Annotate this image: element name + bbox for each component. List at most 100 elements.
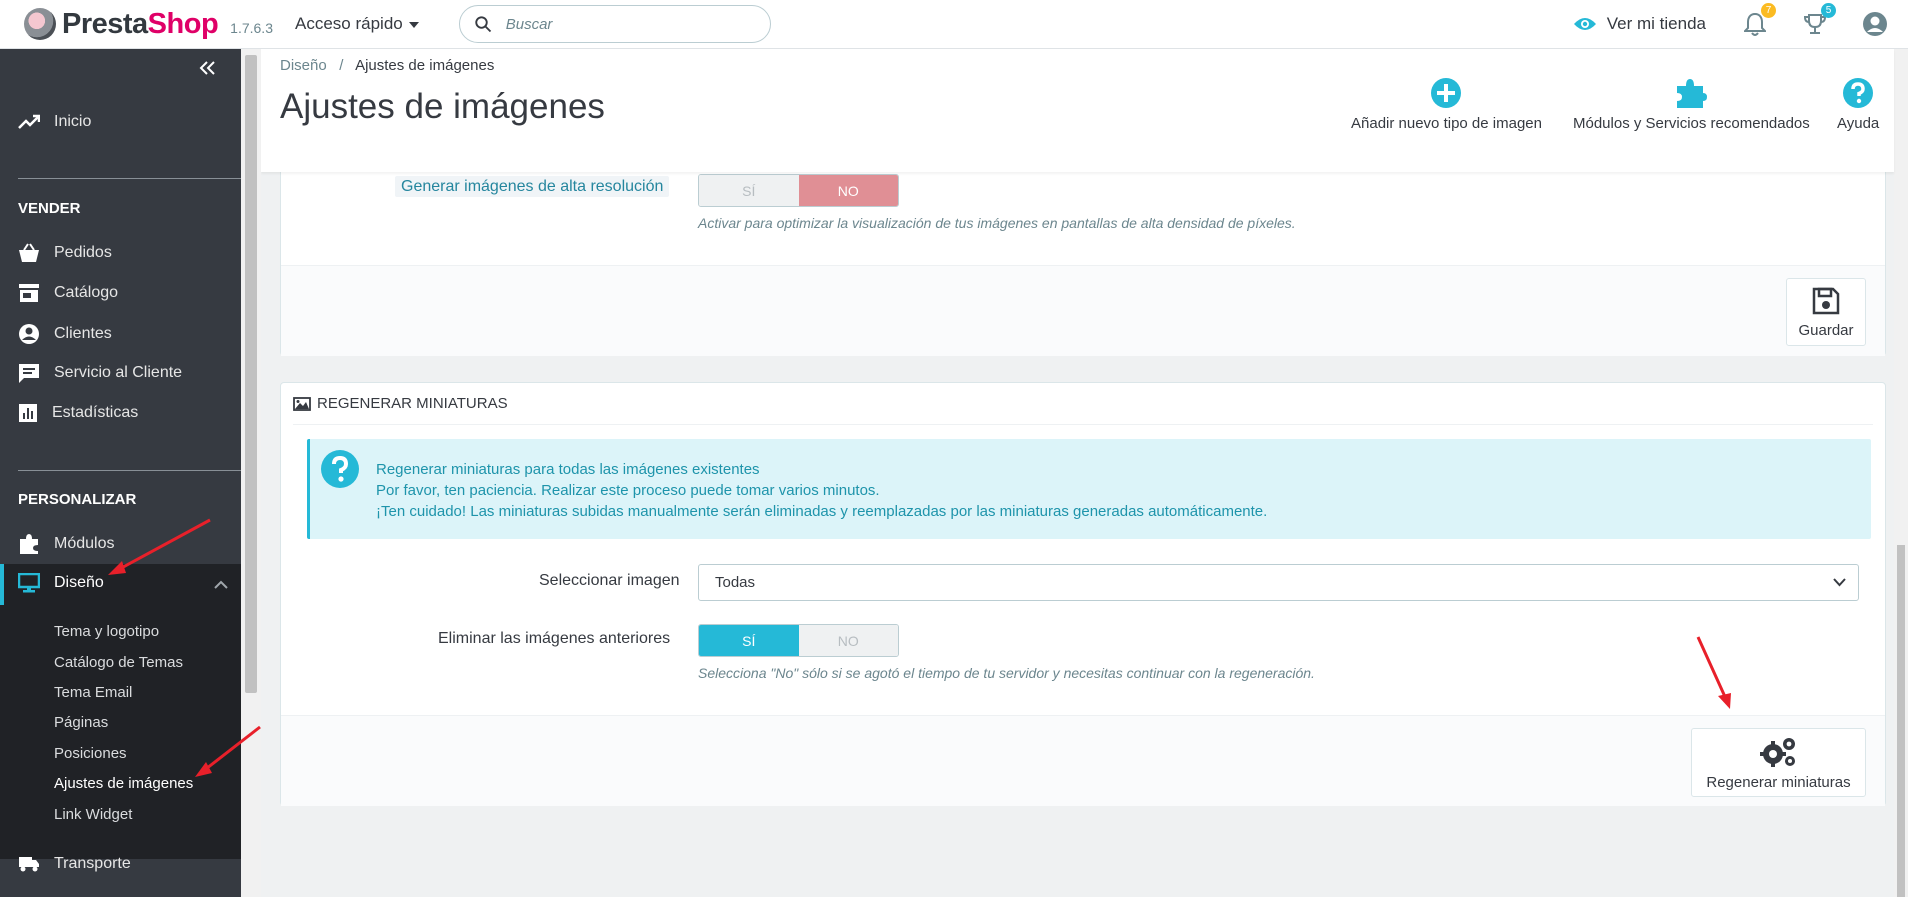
annotation-arrow-icon: [1696, 636, 1731, 709]
basket-icon: [19, 243, 39, 262]
submenu-item-positions[interactable]: Posiciones: [54, 745, 127, 762]
submenu-item-theme-catalog[interactable]: Catálogo de Temas: [54, 654, 183, 671]
sidebar-scroll-thumb[interactable]: [245, 55, 257, 693]
desktop-icon: [18, 573, 40, 593]
select-image-dropdown[interactable]: Todas: [698, 564, 1859, 601]
add-image-type-button[interactable]: Añadir nuevo tipo de imagen: [1351, 77, 1542, 132]
regenerate-panel-heading: REGENERAR MINIATURAS: [293, 395, 508, 412]
image-settings-panel: Generar imágenes de alta resolución SÍ N…: [280, 150, 1886, 356]
search-box[interactable]: [458, 5, 771, 43]
sidebar-item-shipping[interactable]: Transporte: [18, 855, 131, 873]
breadcrumb: Diseño / Ajustes de imágenes: [280, 57, 494, 74]
submenu-item-link-widget[interactable]: Link Widget: [54, 806, 132, 823]
regenerate-heading-text: REGENERAR MINIATURAS: [317, 395, 508, 412]
settings-panel-footer: Guardar: [281, 265, 1885, 356]
help-circle-icon: [1843, 78, 1874, 108]
account-button[interactable]: [1862, 11, 1888, 37]
breadcrumb-current: Ajustes de imágenes: [355, 57, 495, 74]
breadcrumb-parent[interactable]: Diseño: [280, 57, 327, 74]
sidebar-divider: [18, 178, 241, 179]
hires-no-option[interactable]: NO: [798, 175, 898, 206]
hires-label: Generar imágenes de alta resolución: [395, 176, 670, 197]
logo-text: PrestaShop: [62, 7, 219, 40]
sidebar-item-design-content[interactable]: Diseño: [18, 573, 104, 593]
prestashop-logo-icon: [24, 8, 56, 40]
annotation-arrow-icon: [108, 518, 211, 575]
page-scroll-thumb[interactable]: [1897, 545, 1905, 897]
sidebar-item-stats[interactable]: Estadísticas: [18, 403, 138, 423]
sidebar-item-orders[interactable]: Pedidos: [18, 243, 112, 263]
collapse-sidebar-icon[interactable]: [199, 61, 215, 75]
page-scrollbar[interactable]: [1894, 49, 1908, 897]
add-image-type-label: Añadir nuevo tipo de imagen: [1351, 115, 1542, 132]
puzzle-icon: [1677, 79, 1708, 108]
sidebar-item-catalog[interactable]: Catálogo: [18, 283, 118, 303]
orders-button[interactable]: 5: [1802, 3, 1836, 37]
chevron-up-icon[interactable]: [214, 580, 228, 589]
submenu-item-theme[interactable]: Tema y logotipo: [54, 623, 159, 640]
view-store-link[interactable]: Ver mi tienda: [1573, 14, 1706, 34]
select-image-value: Todas: [715, 574, 756, 591]
heading-divider: [293, 424, 1873, 425]
trending-up-icon: [18, 114, 40, 129]
info-alert: Regenerar miniaturas para todas las imág…: [307, 439, 1871, 539]
store-icon: [19, 284, 39, 302]
hires-help-text: Activar para optimizar la visualización …: [698, 215, 1296, 231]
logo[interactable]: PrestaShop 1.7.6.3: [24, 8, 273, 41]
select-image-label: Seleccionar imagen: [539, 572, 680, 589]
question-circle-icon: [321, 450, 359, 488]
orders-badge: 5: [1821, 3, 1836, 18]
recommended-modules-label: Módulos y Servicios recomendados: [1573, 115, 1810, 132]
version-label: 1.7.6.3: [230, 20, 273, 36]
hires-switch[interactable]: SÍ NO: [698, 174, 899, 207]
sidebar-item-customers[interactable]: Clientes: [18, 323, 112, 345]
sidebar-section-sell: VENDER: [18, 200, 81, 217]
sidebar-item-home[interactable]: Inicio: [18, 113, 91, 131]
bar-chart-icon: [19, 404, 37, 422]
hires-yes-option[interactable]: SÍ: [699, 175, 799, 206]
page-title: Ajustes de imágenes: [280, 87, 605, 126]
submenu-item-image-settings[interactable]: Ajustes de imágenes: [54, 775, 193, 792]
help-button[interactable]: Ayuda: [1837, 77, 1879, 132]
chat-icon: [19, 364, 39, 383]
hires-label-text: Generar imágenes de alta resolución: [395, 176, 670, 197]
erase-help-text: Selecciona "No" sólo si se agotó el tiem…: [698, 665, 1315, 681]
breadcrumb-separator: /: [339, 57, 344, 74]
submenu-item-email-theme[interactable]: Tema Email: [54, 684, 132, 701]
annotation-arrow-icon: [195, 725, 261, 777]
notifications-button[interactable]: 7: [1742, 3, 1776, 37]
erase-switch[interactable]: SÍ NO: [698, 624, 899, 657]
alert-line: Regenerar miniaturas para todas las imág…: [376, 461, 760, 478]
sidebar-item-label: Clientes: [54, 325, 112, 342]
view-store-label: Ver mi tienda: [1606, 14, 1706, 33]
sidebar-item-customer-service[interactable]: Servicio al Cliente: [18, 363, 182, 383]
sidebar-item-label: Servicio al Cliente: [54, 364, 183, 381]
erase-no-option[interactable]: NO: [798, 625, 898, 656]
quick-access-dropdown[interactable]: Acceso rápido: [295, 14, 419, 34]
page-header: Diseño / Ajustes de imágenes Ajustes de …: [261, 49, 1894, 172]
user-avatar-icon: [1863, 12, 1887, 36]
regenerate-thumbnails-label: Regenerar miniaturas: [1706, 774, 1851, 791]
search-input[interactable]: [505, 15, 726, 33]
search-icon: [475, 16, 491, 33]
puzzle-icon: [20, 534, 38, 554]
top-header: PrestaShop 1.7.6.3 Acceso rápido Ver mi …: [0, 0, 1908, 49]
chevron-down-icon: [1833, 578, 1846, 587]
sidebar-item-label: Catálogo: [54, 284, 119, 301]
alert-text: Regenerar miniaturas para todas las imág…: [376, 459, 1267, 522]
quick-access-label: Acceso rápido: [295, 14, 403, 33]
account-circle-icon: [19, 324, 39, 344]
submenu-item-pages[interactable]: Páginas: [54, 714, 108, 731]
sidebar-item-label: Pedidos: [54, 244, 112, 261]
sidebar-section-customize: PERSONALIZAR: [18, 491, 137, 508]
regenerate-panel-footer: Regenerar miniaturas: [281, 715, 1885, 806]
erase-yes-option[interactable]: SÍ: [699, 625, 799, 656]
regenerate-thumbnails-button[interactable]: Regenerar miniaturas: [1691, 728, 1866, 797]
alert-line: ¡Ten cuidado! Las miniaturas subidas man…: [376, 503, 1268, 520]
save-button[interactable]: Guardar: [1786, 278, 1866, 346]
image-icon: [293, 396, 311, 411]
caret-down-icon: [408, 22, 419, 28]
eye-icon: [1573, 18, 1596, 30]
plus-circle-icon: [1431, 78, 1462, 108]
recommended-modules-button[interactable]: Módulos y Servicios recomendados: [1573, 77, 1810, 132]
